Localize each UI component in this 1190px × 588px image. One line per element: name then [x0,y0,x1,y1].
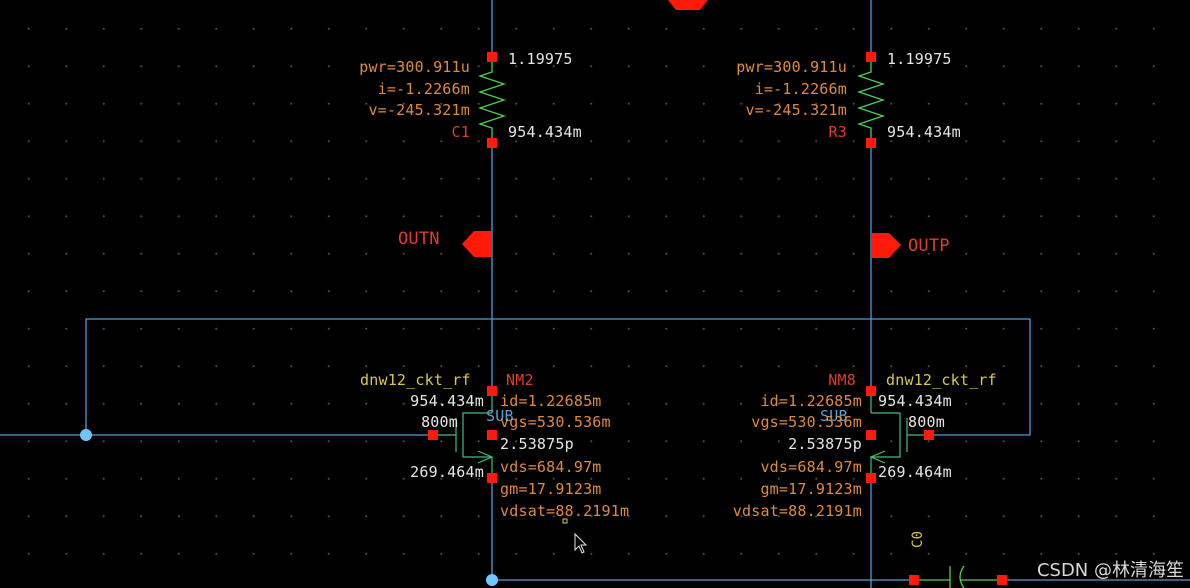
left-transistor-gm: gm=17.9123m [500,480,602,498]
junction-dot [80,429,92,441]
bottom-cap-icon [915,565,1002,588]
left-transistor-source-voltage: 269.464m [410,463,484,481]
left-transistor-name[interactable]: NM2 [506,372,534,388]
pin-square [487,52,497,62]
junction-dot [486,574,498,586]
outp-label[interactable]: OUTP [908,238,950,255]
pin-square [866,386,876,396]
left-resistor-top-voltage: 1.19975 [508,50,573,68]
left-resistor-pwr: pwr=300.911u [359,58,470,76]
right-transistor-vds: vds=684.97m [760,458,862,476]
schematic-canvas[interactable]: pwr=300.911u i=-1.2266m v=-245.321m C1 1… [0,0,1190,588]
top-pin-icon [668,0,708,10]
right-resistor-current: i=-1.2266m [754,80,847,98]
left-transistor-id: id=1.22685m [500,392,602,410]
bottom-cap-name[interactable]: C0 [910,531,926,548]
right-transistor-vdsat: vdsat=88.2191m [732,502,862,520]
pin-square [866,430,876,440]
left-resistor-current: i=-1.2266m [377,80,470,98]
right-transistor-source-voltage: 269.464m [878,463,952,481]
left-transistor-gate-voltage: 800m [421,413,458,431]
pin-square [487,138,497,148]
left-transistor-vds: vds=684.97m [500,458,602,476]
watermark: CSDN @林清海笙 [1036,560,1184,581]
pin-square [428,430,438,440]
left-resistor-icon [477,57,507,143]
pin-square [866,473,876,483]
right-transistor-gate-voltage: 800m [908,413,945,431]
right-transistor-drain-voltage: 954.434m [878,392,952,410]
right-transistor-model: dnw12_ckt_rf [886,371,997,389]
pin-square [487,473,497,483]
left-resistor-voltage: v=-245.321m [368,101,470,119]
outn-pin-icon [462,231,492,257]
right-transistor-vgs: vgs=530.536m [751,413,862,431]
left-resistor-name[interactable]: C1 [452,124,470,140]
left-transistor-vgs: vgs=530.536m [500,413,611,431]
pin-square [866,52,876,62]
right-resistor-top-voltage: 1.19975 [887,50,952,68]
right-resistor-voltage: v=-245.321m [745,101,847,119]
left-transistor-model: dnw12_ckt_rf [360,371,471,389]
pin-square [487,430,497,440]
pin-square [487,386,497,396]
left-transistor-drain-voltage: 954.434m [410,392,484,410]
right-transistor-id: id=1.22685m [760,392,862,410]
outp-pin-icon [871,233,901,258]
pin-square [924,430,934,440]
schematic-wires [0,0,1190,588]
outn-label[interactable]: OUTN [398,231,440,248]
pin-square [909,575,919,585]
left-transistor-vdsat: vdsat=88.2191m [500,502,630,520]
pin-square [997,575,1007,585]
mouse-cursor-icon [574,532,588,554]
right-resistor-icon [856,57,886,143]
right-resistor-name[interactable]: R3 [829,124,847,140]
left-transistor-cap: 2.53875p [500,435,574,453]
pin-square [866,138,876,148]
right-resistor-pwr: pwr=300.911u [736,58,847,76]
right-resistor-bottom-voltage: 954.434m [887,123,961,141]
right-transistor-cap: 2.53875p [788,435,862,453]
right-transistor-name[interactable]: NM8 [828,372,856,388]
right-transistor-gm: gm=17.9123m [760,480,862,498]
left-resistor-bottom-voltage: 954.434m [508,123,582,141]
